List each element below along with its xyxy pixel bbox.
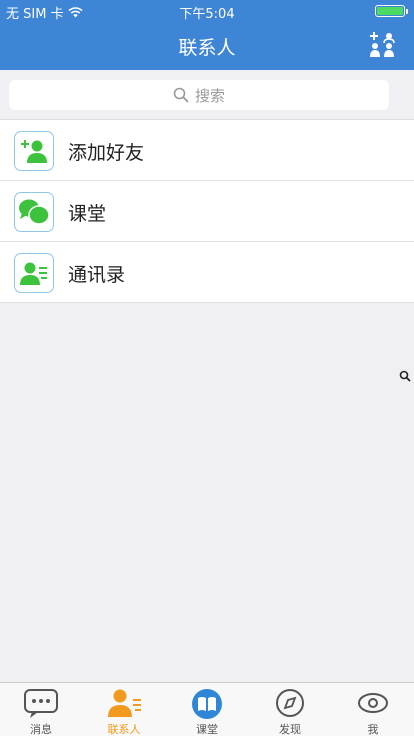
profile-icon (358, 693, 388, 713)
search-icon (173, 87, 189, 103)
tab-messages[interactable]: 消息 (0, 683, 82, 736)
add-friend-icon (14, 131, 54, 171)
battery-nub (406, 8, 408, 14)
tab-classroom[interactable]: 课堂 (166, 683, 248, 736)
contact-menu-list: 添加好友 课堂 通讯录 (0, 119, 414, 303)
list-item-classroom[interactable]: 课堂 (0, 181, 414, 242)
search-placeholder: 搜索 (194, 86, 225, 105)
list-item-add-friend[interactable]: 添加好友 (0, 120, 414, 181)
battery-fill (377, 7, 403, 15)
message-icon (24, 689, 58, 718)
tab-label: 课堂 (196, 723, 218, 736)
list-item-address-book[interactable]: 通讯录 (0, 242, 414, 303)
status-right (375, 5, 408, 17)
page-title: 联系人 (178, 37, 236, 59)
contact-card-icon (14, 253, 54, 293)
status-bar: 无 SIM 卡 下午5:04 (0, 0, 414, 22)
status-time: 下午5:04 (179, 7, 235, 22)
nav-bar: 联系人 (0, 22, 414, 70)
search-input[interactable]: 搜索 (9, 80, 389, 110)
list-item-label: 通讯录 (68, 264, 126, 286)
tab-label: 消息 (30, 723, 52, 736)
battery-icon (375, 5, 405, 17)
compass-icon (276, 689, 304, 717)
tab-label: 联系人 (107, 723, 141, 736)
tab-label: 发现 (279, 723, 301, 736)
tab-me[interactable]: 我 (332, 683, 414, 736)
chat-bubbles-icon (14, 192, 54, 232)
index-search-icon[interactable] (399, 370, 411, 382)
tab-contacts[interactable]: 联系人 (83, 683, 165, 736)
tab-label: 我 (367, 723, 379, 736)
book-icon (192, 689, 222, 719)
list-item-label: 课堂 (68, 203, 107, 225)
search-area: 搜索 (0, 70, 414, 118)
add-contacts-icon[interactable] (368, 31, 396, 59)
list-item-label: 添加好友 (68, 142, 145, 164)
tab-bar: 消息 联系人 课堂 发现 我 (0, 682, 414, 736)
tab-discover[interactable]: 发现 (249, 683, 331, 736)
contacts-icon (108, 689, 141, 717)
